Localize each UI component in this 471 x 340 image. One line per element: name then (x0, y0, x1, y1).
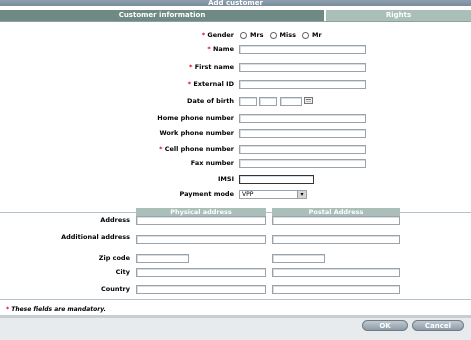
payment-mode-label: Payment mode (179, 190, 235, 198)
country-label: Country (100, 285, 130, 293)
first-name-field[interactable] (239, 63, 366, 72)
gender-radio-mr[interactable] (301, 31, 309, 39)
work-phone-field[interactable] (239, 129, 366, 138)
dialog-title: Add customer (0, 0, 471, 6)
physical-country-field[interactable] (136, 285, 266, 294)
cell-phone-label: * Cell phone number (159, 145, 234, 153)
city-label: City (115, 268, 130, 276)
dob-year-field[interactable] (280, 97, 302, 106)
footer-divider (0, 299, 471, 300)
physical-city-field[interactable] (136, 268, 266, 277)
postal-address-header: Postal Address (272, 208, 400, 216)
work-phone-label: Work phone number (159, 129, 234, 137)
date-of-birth-label: Date of birth (187, 97, 234, 105)
tab-customer-information[interactable]: Customer information (0, 10, 324, 21)
postal-zip-code-field[interactable] (272, 254, 325, 263)
ok-button[interactable]: OK (362, 320, 408, 331)
imsi-field[interactable] (239, 175, 314, 184)
fax-field[interactable] (239, 159, 366, 168)
postal-additional-address-field[interactable] (272, 235, 400, 244)
gender-radio-miss[interactable] (269, 31, 277, 39)
gender-label: * Gender (201, 31, 234, 39)
name-field[interactable] (239, 45, 366, 54)
tab-divider (0, 21, 471, 22)
chevron-down-icon[interactable]: ▾ (297, 191, 306, 198)
payment-mode-select[interactable]: VPP ▾ (239, 190, 307, 199)
physical-address-header: Physical address (136, 208, 266, 216)
required-marker: * (201, 31, 206, 39)
cancel-button[interactable]: Cancel (412, 320, 464, 331)
dob-day-field[interactable] (239, 97, 257, 106)
home-phone-label: Home phone number (157, 114, 234, 122)
calendar-icon[interactable] (304, 97, 313, 104)
gender-radio-mrs[interactable] (240, 31, 247, 39)
home-phone-field[interactable] (239, 114, 366, 123)
postal-address-field[interactable] (272, 216, 400, 225)
address-label: Address (100, 216, 130, 224)
tab-rights[interactable]: Rights (326, 10, 471, 21)
postal-city-field[interactable] (272, 268, 400, 277)
fax-label: Fax number (190, 159, 234, 167)
additional-address-label: Additional address (61, 233, 130, 241)
physical-address-field[interactable] (136, 216, 266, 225)
zip-code-label: Zip code (98, 254, 130, 262)
external-id-field[interactable] (239, 80, 366, 89)
physical-additional-address-field[interactable] (136, 235, 266, 244)
physical-zip-code-field[interactable] (136, 254, 189, 263)
gender-option-miss: Miss (279, 31, 296, 39)
first-name-label: * First name (189, 63, 234, 71)
postal-country-field[interactable] (272, 285, 400, 294)
dob-month-field[interactable] (259, 97, 277, 106)
mandatory-note: * These fields are mandatory. (6, 306, 106, 313)
payment-mode-value: VPP (242, 191, 254, 198)
cell-phone-field[interactable] (239, 145, 366, 154)
external-id-label: * External ID (187, 80, 234, 88)
name-label: * Name (207, 45, 234, 53)
gender-radio-group: Mrs Miss Mr (240, 31, 322, 39)
gender-option-mrs: Mrs (250, 31, 264, 39)
imsi-label: IMSI (218, 175, 234, 183)
gender-option-mr: Mr (311, 31, 322, 39)
